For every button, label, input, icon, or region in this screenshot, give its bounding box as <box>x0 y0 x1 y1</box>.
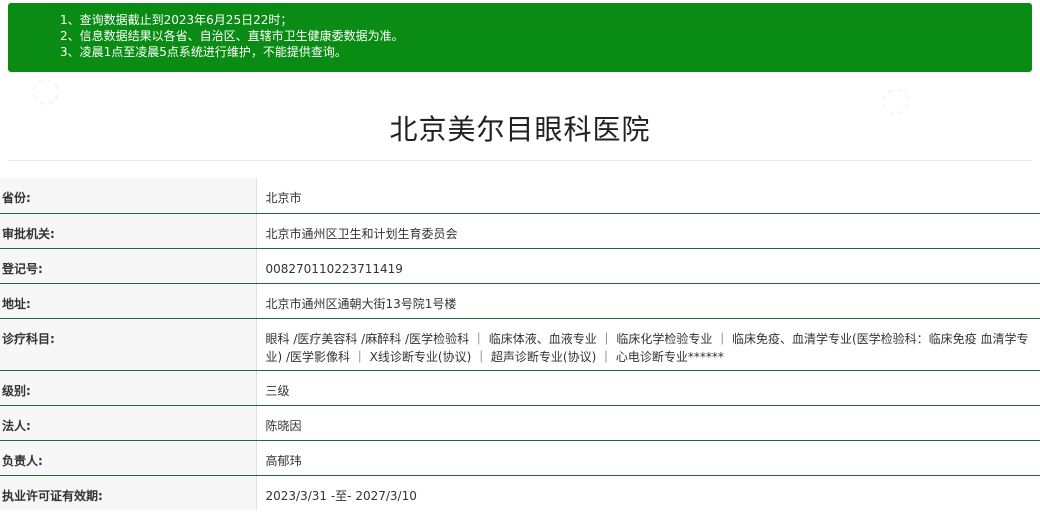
table-row: 执业许可证有效期: 2023/3/31 -至- 2027/3/10 <box>0 475 1040 510</box>
notice-line: 2、信息数据结果以各省、自治区、直辖市卫生健康委数据为准。 <box>60 29 404 43</box>
row-label-legal-person: 法人: <box>0 405 257 441</box>
row-value-registration-no: 008270110223711419 <box>256 248 1040 284</box>
row-label-address: 地址: <box>0 283 257 319</box>
table-row: 法人: 陈晓因 <box>0 405 1040 441</box>
row-label-level: 级别: <box>0 370 257 406</box>
table-row: 登记号: 008270110223711419 <box>0 248 1040 284</box>
table-row: 省份: 北京市 <box>0 178 1040 214</box>
page-title: 北京美尔目眼科医院 <box>389 113 651 146</box>
notice-line: 3、凌晨1点至凌晨5点系统进行维护，不能提供查询。 <box>60 45 347 59</box>
row-label-departments: 诊疗科目: <box>0 318 257 371</box>
row-label-province: 省份: <box>0 178 257 214</box>
table-row: 诊疗科目: 眼科 /医疗美容科 /麻醉科 /医学检验科 ｜ 临床体液、血液专业 … <box>0 318 1040 371</box>
row-value-departments: 眼科 /医疗美容科 /麻醉科 /医学检验科 ｜ 临床体液、血液专业 ｜ 临床化学… <box>256 318 1040 371</box>
row-label-approval-authority: 审批机关: <box>0 213 257 249</box>
table-row: 地址: 北京市通州区通朝大街13号院1号楼 <box>0 283 1040 319</box>
row-value-address: 北京市通州区通朝大街13号院1号楼 <box>256 283 1040 319</box>
row-value-province: 北京市 <box>256 178 1040 214</box>
hospital-info-table: 省份: 北京市 审批机关: 北京市通州区卫生和计划生育委员会 登记号: 0082… <box>0 178 1040 510</box>
row-value-level: 三级 <box>256 370 1040 406</box>
row-label-person-in-charge: 负责人: <box>0 440 257 476</box>
row-value-person-in-charge: 高郁玮 <box>256 440 1040 476</box>
table-row: 级别: 三级 <box>0 370 1040 406</box>
table-row: 负责人: 高郁玮 <box>0 440 1040 476</box>
notice-line: 1、查询数据截止到2023年6月25日22时； <box>60 13 293 27</box>
notice-banner: 1、查询数据截止到2023年6月25日22时； 2、信息数据结果以各省、自治区、… <box>8 3 1032 72</box>
table-row: 审批机关: 北京市通州区卫生和计划生育委员会 <box>0 213 1040 249</box>
row-value-approval-authority: 北京市通州区卫生和计划生育委员会 <box>256 213 1040 249</box>
title-divider <box>8 160 1032 161</box>
row-label-registration-no: 登记号: <box>0 248 257 284</box>
row-value-legal-person: 陈晓因 <box>256 405 1040 441</box>
row-value-license-validity: 2023/3/31 -至- 2027/3/10 <box>265 488 417 503</box>
row-label-license-validity: 执业许可证有效期: <box>0 475 257 510</box>
